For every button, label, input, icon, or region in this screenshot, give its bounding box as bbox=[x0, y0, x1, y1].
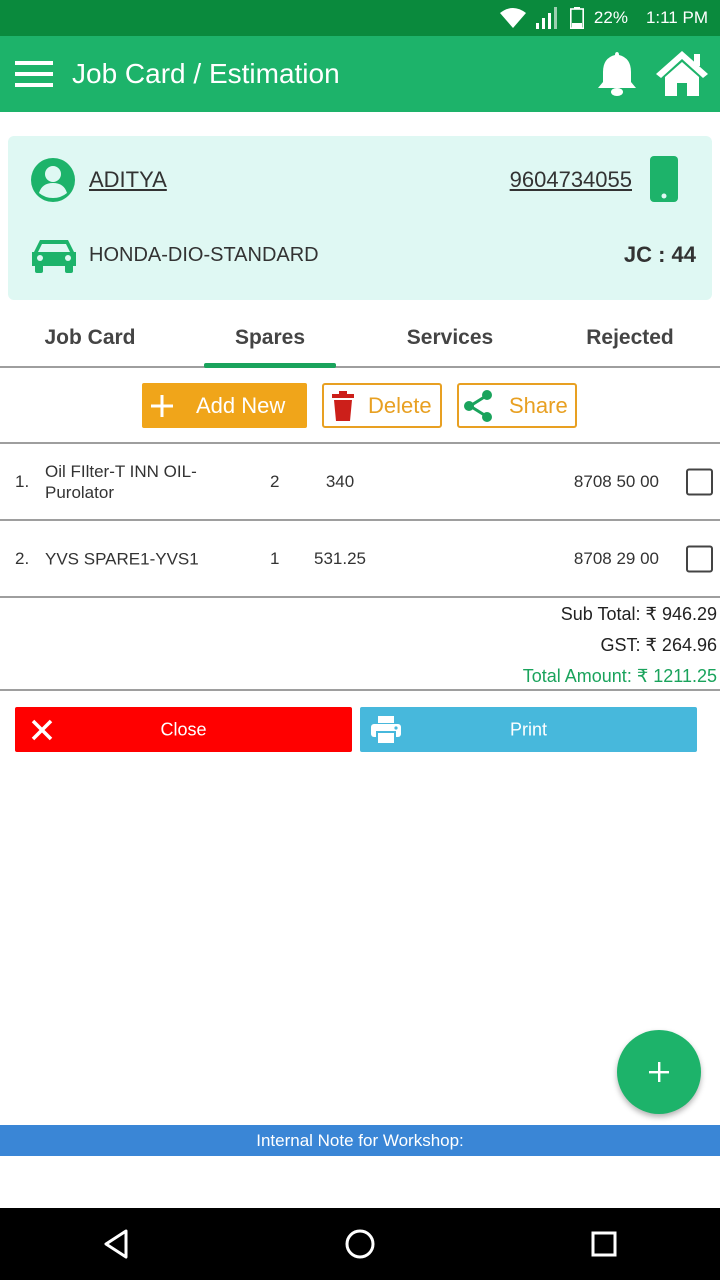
user-icon bbox=[31, 158, 75, 202]
clock: 1:11 PM bbox=[645, 8, 708, 27]
total-amount: Total Amount: ₹ 1211.25 bbox=[522, 666, 717, 686]
item-qty: 1 bbox=[270, 548, 280, 568]
app-screen: 22% 1:11 PM Job Card / Estimation ADITYA bbox=[0, 0, 720, 1280]
phone-icon[interactable] bbox=[648, 154, 680, 204]
delete-button[interactable]: Delete bbox=[322, 383, 442, 428]
page-title: Job Card / Estimation bbox=[72, 58, 340, 89]
subtotal: Sub Total: ₹ 946.29 bbox=[560, 604, 717, 624]
bell-icon[interactable] bbox=[594, 48, 640, 98]
delete-label: Delete bbox=[368, 392, 432, 418]
tab-job-card[interactable]: Job Card bbox=[0, 312, 180, 366]
item-name: YVS SPARE1-YVS1 bbox=[45, 549, 199, 568]
battery-icon bbox=[569, 7, 584, 29]
item-qty: 2 bbox=[270, 471, 280, 491]
share-button[interactable]: Share bbox=[457, 383, 577, 428]
job-card-number: JC : 44 bbox=[623, 242, 696, 267]
item-hsn: 8708 50 00 bbox=[573, 471, 659, 491]
share-label: Share bbox=[509, 392, 568, 418]
totals-section: Sub Total: ₹ 946.29 GST: ₹ 264.96 Total … bbox=[0, 597, 720, 691]
add-new-label: Add New bbox=[196, 392, 286, 418]
tab-services[interactable]: Services bbox=[360, 312, 540, 366]
trash-icon bbox=[332, 390, 354, 421]
item-price: 531.25 bbox=[314, 548, 366, 568]
status-bar: 22% 1:11 PM bbox=[0, 0, 720, 36]
item-name: Oil FIlter-T INN OIL-Purolator bbox=[45, 461, 197, 502]
customer-phone-link[interactable]: 9604734055 bbox=[510, 167, 632, 193]
tab-rejected[interactable]: Rejected bbox=[540, 312, 720, 366]
wifi-icon bbox=[499, 8, 526, 28]
signal-icon bbox=[535, 7, 557, 29]
close-button[interactable]: Close bbox=[15, 707, 352, 752]
row-index: 2. bbox=[15, 548, 30, 568]
battery-percent: 22% bbox=[593, 8, 628, 27]
status-icons: 22% 1:11 PM bbox=[499, 0, 708, 36]
customer-card: ADITYA 9604734055 HONDA-DIO-STANDARD JC … bbox=[8, 136, 712, 300]
add-new-button[interactable]: Add New bbox=[142, 383, 307, 428]
recents-icon[interactable] bbox=[584, 1226, 624, 1262]
share-icon bbox=[464, 389, 492, 422]
row-checkbox[interactable] bbox=[686, 468, 713, 495]
print-label: Print bbox=[509, 719, 547, 739]
home-icon[interactable] bbox=[654, 48, 710, 98]
gst-amount: GST: ₹ 264.96 bbox=[600, 635, 717, 655]
table-row: 1. Oil FIlter-T INN OIL-Purolator 2 340 … bbox=[0, 444, 720, 521]
plus-icon bbox=[151, 394, 173, 417]
tab-bar: Job Card Spares Services Rejected bbox=[0, 312, 720, 368]
car-icon bbox=[32, 240, 76, 273]
close-label: Close bbox=[160, 719, 207, 739]
home-nav-icon[interactable] bbox=[340, 1226, 380, 1262]
item-price: 340 bbox=[325, 471, 355, 491]
row-index: 1. bbox=[15, 471, 30, 491]
vehicle-name: HONDA-DIO-STANDARD bbox=[89, 244, 319, 266]
plus-icon bbox=[649, 1062, 669, 1082]
print-button[interactable]: Print bbox=[360, 707, 697, 752]
add-fab-button[interactable] bbox=[617, 1030, 701, 1114]
internal-note-header: Internal Note for Workshop: bbox=[0, 1125, 720, 1156]
row-checkbox[interactable] bbox=[686, 545, 713, 572]
customer-name-link[interactable]: ADITYA bbox=[89, 167, 167, 193]
action-toolbar: Add New Delete Share bbox=[0, 368, 720, 444]
app-bar: Job Card / Estimation bbox=[0, 36, 720, 112]
item-hsn: 8708 29 00 bbox=[573, 548, 659, 568]
menu-icon[interactable] bbox=[14, 56, 54, 92]
table-row: 2. YVS SPARE1-YVS1 1 531.25 8708 29 00 bbox=[0, 521, 720, 598]
tab-spares[interactable]: Spares bbox=[180, 312, 360, 368]
system-nav-bar bbox=[0, 1208, 720, 1280]
back-icon[interactable] bbox=[98, 1226, 138, 1262]
